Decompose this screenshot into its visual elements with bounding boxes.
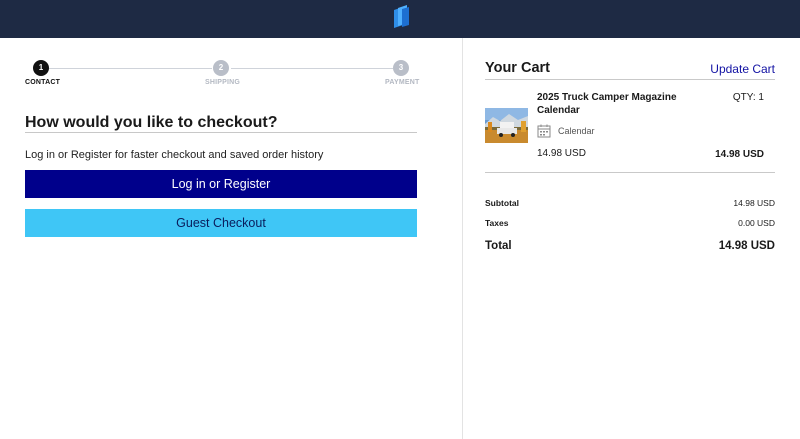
calendar-icon — [537, 124, 551, 138]
step-1-label: CONTACT — [25, 79, 61, 86]
step-3-label: PAYMENT — [385, 79, 420, 86]
checkout-panel: 1 2 3 CONTACT SHIPPING PAYMENT How would… — [0, 38, 462, 439]
subtotal-value: 14.98 USD — [733, 198, 775, 208]
cart-panel: Your Cart Update Cart 2025 Truck Camper … — [463, 38, 800, 439]
cart-header-divider — [485, 79, 775, 80]
total-value: 14.98 USD — [718, 240, 775, 252]
stepper-line-1 — [49, 68, 212, 69]
product-thumbnail[interactable] — [485, 108, 528, 143]
checkout-heading: How would you like to checkout? — [25, 114, 278, 131]
cart-item-unit-price: 14.98 USD — [537, 148, 586, 159]
step-2-label: SHIPPING — [205, 79, 241, 86]
checkout-subtext: Log in or Register for faster checkout a… — [25, 149, 324, 161]
top-header-bar — [0, 0, 800, 38]
stepper-line-2 — [231, 68, 393, 69]
cart-title: Your Cart — [485, 60, 550, 76]
guest-checkout-button[interactable]: Guest Checkout — [25, 209, 417, 237]
step-1-circle: 1 — [33, 60, 49, 76]
step-2-circle: 2 — [213, 60, 229, 76]
cart-item-name[interactable]: 2025 Truck Camper Magazine Calendar — [537, 91, 687, 117]
taxes-value: 0.00 USD — [738, 218, 775, 228]
taxes-label: Taxes — [485, 218, 509, 228]
book-logo-icon[interactable] — [391, 5, 411, 29]
cart-items-divider — [485, 172, 775, 173]
heading-divider — [25, 132, 417, 133]
update-cart-link[interactable]: Update Cart — [710, 62, 775, 76]
subtotal-label: Subtotal — [485, 198, 519, 208]
cart-item-qty: QTY: 1 — [732, 92, 764, 103]
step-3-circle: 3 — [393, 60, 409, 76]
total-label: Total — [485, 240, 512, 252]
cart-item-type: Calendar — [558, 126, 595, 136]
cart-item-line-total: 14.98 USD — [715, 149, 764, 160]
login-register-button[interactable]: Log in or Register — [25, 170, 417, 198]
